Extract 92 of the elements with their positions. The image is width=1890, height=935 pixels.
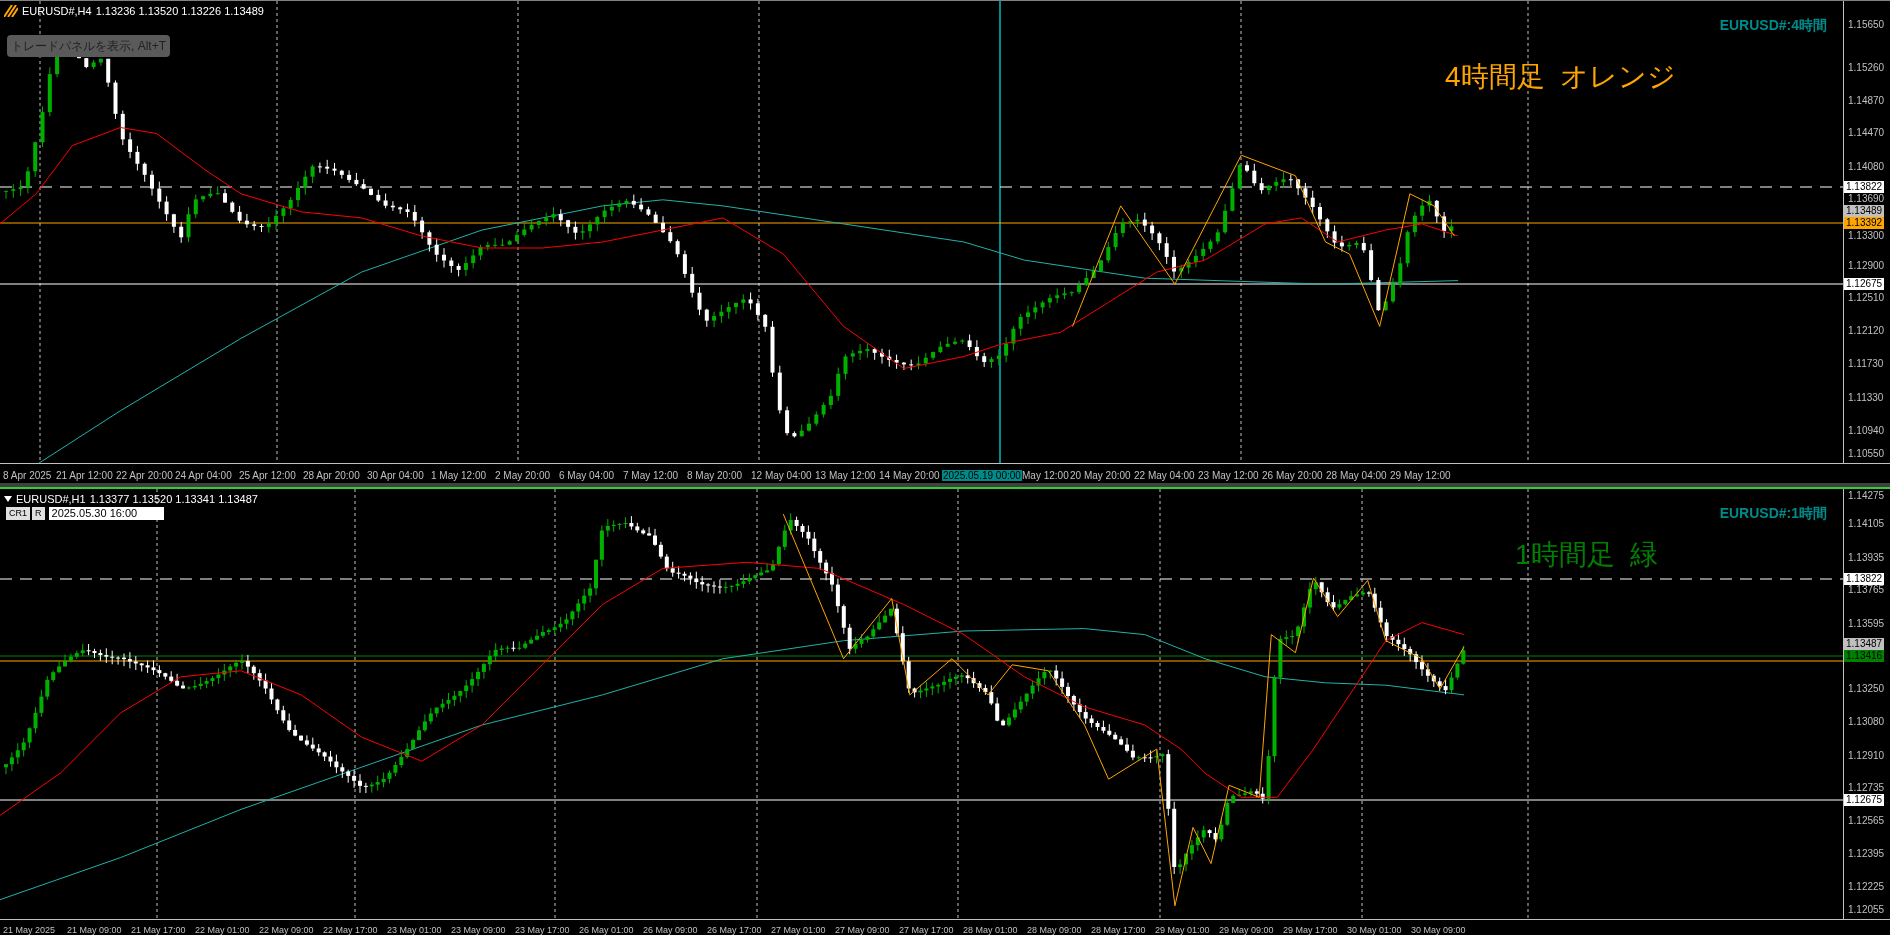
time-label: 28 May 04:00 — [1325, 469, 1388, 481]
time-label: 22 May 01:00 — [194, 924, 251, 935]
time-label: 6 May 04:00 — [558, 469, 616, 481]
price-label: 1.13300 — [1848, 230, 1885, 242]
ohlc-values: 1.13377 1.13520 1.13341 1.13487 — [89, 492, 258, 507]
time-label: 2 May 20:00 — [494, 469, 552, 481]
time-label: 13 May 12:00 — [814, 469, 877, 481]
time-label: 29 May 12:00 — [1389, 469, 1452, 481]
time-label: 23 May 12:00 — [1197, 469, 1260, 481]
price-label: 1.13080 — [1848, 716, 1885, 728]
time-label: 21 May 2025 — [2, 924, 57, 935]
price-tag: 1.12675 — [1844, 278, 1885, 290]
time-label: 25 Apr 12:00 — [238, 469, 297, 481]
time-label: 28 May 09:00 — [1026, 924, 1083, 935]
time-label: 30 May 01:00 — [1346, 924, 1403, 935]
price-label: 1.14470 — [1848, 127, 1885, 139]
time-label: 21 May 17:00 — [130, 924, 187, 935]
price-label: 1.15650 — [1848, 19, 1885, 31]
time-label: 23 May 17:00 — [514, 924, 571, 935]
price-label: 1.12055 — [1848, 904, 1885, 916]
time-label: 21 May 09:00 — [66, 924, 123, 935]
price-tag: 1.13487 — [1844, 638, 1885, 650]
price-label: 1.13250 — [1848, 683, 1885, 695]
time-label: 22 May 17:00 — [322, 924, 379, 935]
toolbar-button[interactable]: CR1 — [6, 507, 30, 520]
price-label: 1.14105 — [1848, 518, 1885, 530]
price-label: 1.13690 — [1848, 193, 1885, 205]
time-label: 29 May 01:00 — [1154, 924, 1211, 935]
time-label: 1 May 12:00 — [430, 469, 488, 481]
time-label: 8 May 20:00 — [686, 469, 744, 481]
time-label: 29 May 09:00 — [1218, 924, 1275, 935]
price-label: 1.11730 — [1848, 358, 1884, 370]
time-label: 30 May 09:00 — [1410, 924, 1467, 935]
time-label: 8 Apr 2025 — [2, 469, 53, 481]
toolbar-button[interactable]: R — [32, 507, 45, 520]
price-tag: 1.13822 — [1844, 573, 1885, 585]
price-label: 1.12735 — [1848, 782, 1885, 794]
price-tag: 1.13416 — [1844, 650, 1885, 662]
time-label: 26 May 01:00 — [578, 924, 635, 935]
time-label: 22 May 09:00 — [258, 924, 315, 935]
time-label: 23 May 09:00 — [450, 924, 507, 935]
time-label: 28 Apr 20:00 — [302, 469, 361, 481]
price-label: 1.12910 — [1848, 750, 1885, 762]
price-label: 1.13935 — [1848, 552, 1885, 564]
time-label: 28 May 01:00 — [962, 924, 1019, 935]
time-label: 2025.05.19 00:00 — [942, 469, 1022, 481]
price-tag: 1.13392 — [1844, 217, 1885, 229]
time-label: 27 May 01:00 — [770, 924, 827, 935]
time-label: 22 May 04:00 — [1133, 469, 1196, 481]
time-label: 20 May 20:00 — [1069, 469, 1132, 481]
price-label: 1.14275 — [1848, 490, 1885, 502]
symbol-name: EURUSD#,H4 — [22, 4, 92, 19]
price-label: 1.14080 — [1848, 161, 1885, 173]
price-tag: 1.12675 — [1844, 794, 1885, 806]
time-label: 22 Apr 20:00 — [115, 469, 174, 481]
time-label: 7 May 12:00 — [622, 469, 680, 481]
price-label: 1.12510 — [1848, 292, 1885, 304]
time-label: 27 May 09:00 — [834, 924, 891, 935]
time-label: 21 Apr 12:00 — [55, 469, 114, 481]
time-label: 14 May 20:00 — [878, 469, 941, 481]
annotation-text: 4時間足 オレンジ — [1445, 60, 1677, 94]
price-label: 1.10550 — [1848, 448, 1885, 460]
time-label: 29 May 17:00 — [1282, 924, 1339, 935]
price-label: 1.12120 — [1848, 325, 1885, 337]
time-label: 26 May 17:00 — [706, 924, 763, 935]
time-label: 27 May 17:00 — [898, 924, 955, 935]
price-label: 1.12395 — [1848, 848, 1885, 860]
time-label: May 12:00 — [1021, 469, 1070, 481]
datetime-field[interactable]: 2025.05.30 16:00 — [48, 507, 164, 520]
symbol-name: EURUSD#,H1 — [16, 492, 86, 507]
price-label: 1.11330 — [1848, 392, 1884, 404]
time-label: 12 May 04:00 — [750, 469, 813, 481]
symbol-timeframe-label: EURUSD#:1時間 — [1719, 504, 1827, 523]
time-label: 24 Apr 04:00 — [174, 469, 233, 481]
time-label: 23 May 01:00 — [386, 924, 443, 935]
time-label: 26 May 20:00 — [1261, 469, 1324, 481]
price-label: 1.12565 — [1848, 815, 1885, 827]
time-label: 28 May 17:00 — [1090, 924, 1147, 935]
price-label: 1.10940 — [1848, 425, 1885, 437]
annotation-text: 1時間足 緑 — [1515, 538, 1659, 572]
price-label: 1.14870 — [1848, 95, 1885, 107]
price-label: 1.13765 — [1848, 584, 1885, 596]
ohlc-values: 1.13236 1.13520 1.13226 1.13489 — [95, 4, 264, 19]
price-tag: 1.13822 — [1844, 181, 1885, 193]
time-label: 26 May 09:00 — [642, 924, 699, 935]
price-label: 1.12900 — [1848, 260, 1885, 272]
price-label: 1.15260 — [1848, 62, 1885, 74]
price-label: 1.13595 — [1848, 618, 1885, 630]
price-tag: 1.13489 — [1844, 205, 1885, 217]
symbol-timeframe-label: EURUSD#:4時間 — [1719, 16, 1827, 35]
price-label: 1.12225 — [1848, 881, 1885, 893]
time-label: 30 Apr 04:00 — [366, 469, 425, 481]
